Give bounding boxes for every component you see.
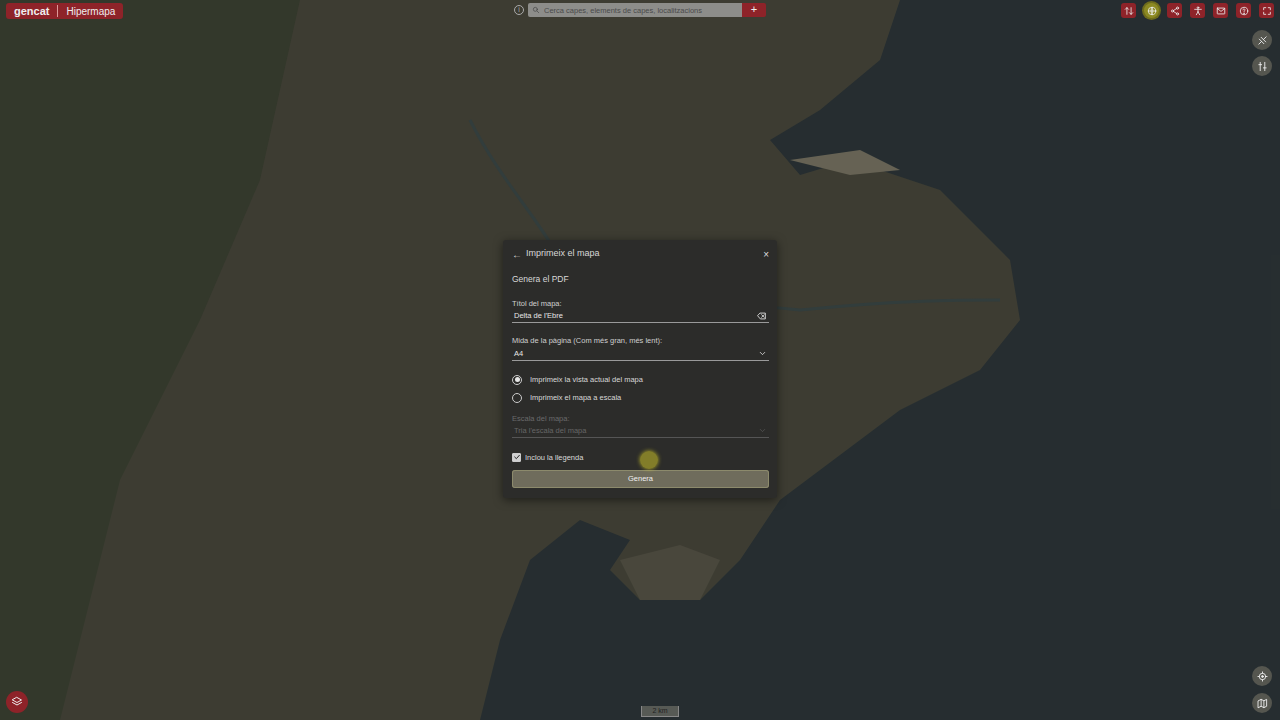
swap-button[interactable] bbox=[1121, 3, 1136, 18]
dialog-title: Imprimeix el mapa bbox=[526, 247, 759, 261]
print-dialog: ← Imprimeix el mapa × Genera el PDF Títol de… bbox=[503, 240, 777, 498]
generate-label[interactable]: Genera bbox=[628, 474, 653, 483]
accessibility-icon bbox=[1193, 6, 1203, 16]
share-button[interactable] bbox=[1167, 3, 1182, 18]
title-label: Títol del mapa: bbox=[512, 298, 769, 309]
chevron-down-icon bbox=[758, 426, 767, 435]
tools-button[interactable] bbox=[1252, 56, 1272, 76]
print-mode-group: Imprimeix la vista actual del mapa Imprim… bbox=[512, 373, 769, 405]
app-logo[interactable]: gencat Hipermapa bbox=[6, 3, 123, 19]
print-mode-option[interactable]: Imprimeix el mapa a escala bbox=[512, 391, 769, 405]
separator bbox=[57, 5, 58, 17]
locate-button[interactable] bbox=[1252, 666, 1272, 686]
legend-label[interactable]: Inclou la llegenda bbox=[525, 452, 583, 463]
option-label[interactable]: Imprimeix el mapa a escala bbox=[530, 392, 621, 403]
scale-select: Tria l'escala del mapa bbox=[512, 424, 769, 438]
cursor-highlight bbox=[640, 451, 658, 469]
fullscreen-icon bbox=[1262, 6, 1272, 16]
legend-checkbox[interactable] bbox=[512, 453, 521, 462]
add-layer-button[interactable]: + bbox=[742, 3, 766, 17]
accessibility-button[interactable] bbox=[1190, 3, 1205, 18]
mail-icon bbox=[1216, 6, 1226, 16]
option-label[interactable]: Imprimeix la vista actual del mapa bbox=[530, 374, 643, 385]
search-field bbox=[528, 3, 742, 17]
radio-button[interactable] bbox=[512, 375, 522, 385]
size-label: Mida de la pàgina (Com més gran, més len… bbox=[512, 335, 769, 346]
title-field[interactable]: Delta de l'Ebre bbox=[512, 309, 769, 323]
app-name[interactable]: Hipermapa bbox=[66, 4, 115, 19]
generate-button[interactable]: Genera bbox=[512, 470, 769, 488]
scale-placeholder: Tria l'escala del mapa bbox=[514, 425, 758, 436]
tools-icon bbox=[1257, 61, 1268, 72]
swap-icon bbox=[1124, 6, 1134, 16]
basemap-icon bbox=[1257, 698, 1268, 709]
radio-button[interactable] bbox=[512, 393, 522, 403]
gencat-logo[interactable]: gencat bbox=[14, 3, 49, 20]
layers-button[interactable] bbox=[6, 691, 28, 713]
check-icon bbox=[513, 453, 521, 461]
title-value[interactable]: Delta de l'Ebre bbox=[514, 310, 757, 321]
back-button[interactable]: ← bbox=[512, 247, 522, 262]
measure-icon bbox=[1257, 35, 1268, 46]
measure-button[interactable] bbox=[1252, 30, 1272, 50]
dialog-header: ← Imprimeix el mapa × bbox=[512, 244, 769, 264]
help-icon bbox=[1239, 6, 1249, 16]
share-icon bbox=[1170, 6, 1180, 16]
print-mode-option[interactable]: Imprimeix la vista actual del mapa bbox=[512, 373, 769, 387]
help-button[interactable] bbox=[1236, 3, 1251, 18]
dialog-subtitle: Genera el PDF bbox=[512, 273, 769, 286]
globe-button[interactable] bbox=[1144, 3, 1159, 18]
layers-icon bbox=[11, 696, 23, 708]
scale-label: Escala del mapa: bbox=[512, 413, 769, 424]
search-input[interactable] bbox=[528, 3, 742, 17]
size-select[interactable]: A4 bbox=[512, 347, 769, 361]
locate-icon bbox=[1257, 671, 1268, 682]
toolbar bbox=[1121, 3, 1274, 18]
globe-icon bbox=[1147, 6, 1157, 16]
chevron-down-icon bbox=[758, 349, 767, 358]
scale-bar: 2 km bbox=[641, 706, 679, 717]
fullscreen-button[interactable] bbox=[1259, 3, 1274, 18]
search-icon bbox=[532, 6, 540, 14]
legend-option[interactable]: Inclou la llegenda bbox=[512, 450, 769, 464]
search-bar: i+ bbox=[514, 3, 766, 17]
info-button[interactable]: i bbox=[514, 5, 524, 15]
radio-dot bbox=[515, 377, 520, 382]
basemap-button[interactable] bbox=[1252, 693, 1272, 713]
clear-icon bbox=[757, 311, 767, 321]
close-button[interactable]: × bbox=[763, 247, 769, 262]
size-value[interactable]: A4 bbox=[514, 348, 758, 359]
mail-button[interactable] bbox=[1213, 3, 1228, 18]
